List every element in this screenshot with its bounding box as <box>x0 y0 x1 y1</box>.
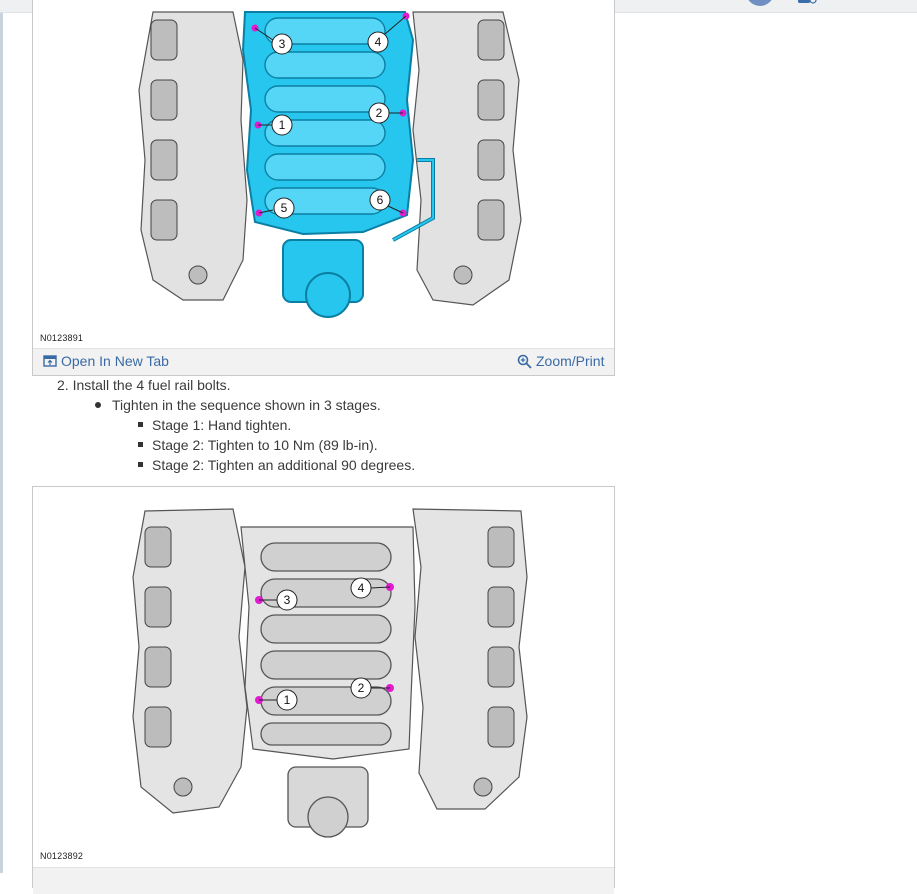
stage-marker <box>138 422 143 427</box>
zoom-print-label: Zoom/Print <box>536 353 605 369</box>
callout-1: 1 <box>279 118 286 132</box>
engine-diagram-image: 3 4 1 2 <box>132 508 528 838</box>
step-title: 2. Install the 4 fuel rail bolts. <box>57 377 231 393</box>
figure-fuel-rail-1: 3 4 1 2 5 6 N0123891 Open In New Tab Zoo… <box>32 0 615 376</box>
figure-id: N0123892 <box>40 851 84 861</box>
zoom-print-link[interactable]: Zoom/Print <box>517 353 604 369</box>
engine-diagram-image: 3 4 1 2 5 6 <box>138 11 522 318</box>
callout-3: 3 <box>279 37 286 51</box>
stage-marker <box>138 442 143 447</box>
left-edge-strip <box>0 0 3 873</box>
stage-item: Stage 2: Tighten an additional 90 degree… <box>152 457 416 473</box>
callout-2: 2 <box>376 106 383 120</box>
step-bullet: Tighten in the sequence shown in 3 stage… <box>112 397 381 413</box>
avatar[interactable] <box>746 0 774 6</box>
figure-toolbar: Open In New Tab Zoom/Print <box>33 348 614 375</box>
callout-4: 4 <box>375 35 382 49</box>
callout-6: 6 <box>377 193 384 207</box>
zoom-icon <box>517 354 532 369</box>
stage-item: Stage 2: Tighten to 10 Nm (89 lb-in). <box>152 437 378 453</box>
callout-3: 3 <box>284 593 291 607</box>
figure-fuel-rail-2: 3 4 1 2 N0123892 <box>32 486 615 894</box>
bullet-marker <box>95 402 101 408</box>
open-in-new-tab-link[interactable]: Open In New Tab <box>43 353 169 369</box>
chat-icon[interactable] <box>797 0 817 6</box>
callout-4: 4 <box>358 581 365 595</box>
callout-5: 5 <box>281 201 288 215</box>
stage-marker <box>138 462 143 467</box>
figure-toolbar <box>33 867 614 894</box>
stage-item: Stage 1: Hand tighten. <box>152 417 292 433</box>
open-in-new-tab-label: Open In New Tab <box>61 353 169 369</box>
callout-1: 1 <box>284 693 291 707</box>
open-in-new-tab-icon <box>43 355 57 367</box>
figure-id: N0123891 <box>40 333 84 343</box>
callout-2: 2 <box>358 681 365 695</box>
